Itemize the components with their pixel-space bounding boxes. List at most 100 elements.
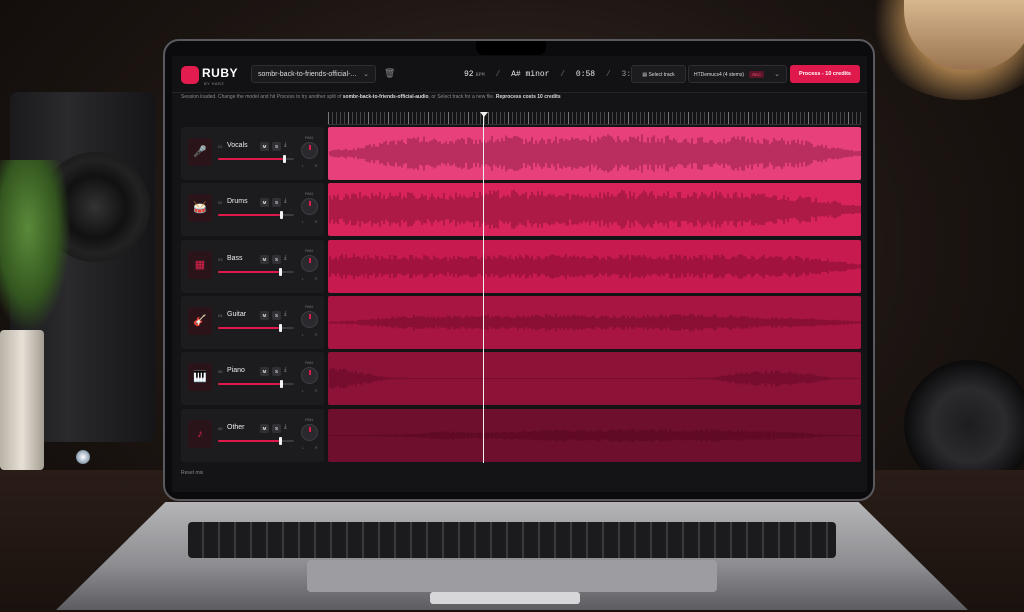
model-select-dropdown[interactable]: HTDemucs4 (4 stems) REC ⌄ xyxy=(688,65,787,83)
volume-thumb[interactable] xyxy=(278,267,282,276)
pan-knob[interactable] xyxy=(301,142,318,159)
waveform xyxy=(329,134,861,173)
stats-separator: / xyxy=(495,70,501,79)
stats-separator: / xyxy=(605,70,611,79)
key-value: A# minor xyxy=(511,70,550,79)
info-cost: Reprocess costs 10 credits xyxy=(495,94,561,100)
ruby-logo-icon xyxy=(181,66,199,84)
app-screen: RUBY BY HARZ sombr-back-to-friends-offic… xyxy=(172,56,867,492)
volume-slider[interactable] xyxy=(218,211,294,220)
solo-button[interactable]: S xyxy=(272,198,281,208)
plant-pot xyxy=(0,330,44,470)
download-icon[interactable]: ⤓ xyxy=(284,424,287,431)
solo-button[interactable]: S xyxy=(272,310,281,320)
pan-label: PAN xyxy=(305,360,313,366)
volume-thumb[interactable] xyxy=(278,436,282,445)
solo-button[interactable]: S xyxy=(272,367,281,377)
plant-leaves xyxy=(0,160,70,330)
brand-subtitle: BY HARZ xyxy=(204,81,225,86)
playhead[interactable] xyxy=(482,112,484,463)
file-icon: ▤ xyxy=(642,72,648,78)
pan-knob[interactable] xyxy=(301,423,318,441)
top-bar: RUBY BY HARZ sombr-back-to-friends-offic… xyxy=(172,56,867,93)
pan-left-label: L xyxy=(302,276,304,281)
timeline-major-ticks xyxy=(328,112,861,124)
select-track-button[interactable]: ▤ Select track xyxy=(631,65,686,83)
volume-fill xyxy=(218,439,279,442)
volume-thumb[interactable] xyxy=(280,211,284,220)
download-icon[interactable]: ⤓ xyxy=(284,311,287,318)
info-message: Session loaded. Change the model and hit… xyxy=(181,94,561,100)
download-icon[interactable]: ⤓ xyxy=(284,255,287,262)
position-value: 0:58 xyxy=(575,70,596,79)
pan-right-label: R xyxy=(315,220,318,225)
track-row: 🥁 02 Drums M S ⤓ PAN L R xyxy=(181,183,861,237)
track-row: ▦ 03 Bass M S ⤓ PAN L R xyxy=(181,239,861,293)
waveform-lane[interactable] xyxy=(328,408,861,462)
pan-label: PAN xyxy=(305,135,313,140)
microphone-icon: 🎤 xyxy=(188,138,212,166)
track-controls: 🥁 02 Drums M S ⤓ PAN L R xyxy=(181,183,324,237)
volume-thumb[interactable] xyxy=(280,380,284,389)
laptop-keyboard xyxy=(188,522,836,558)
track-number: 02 xyxy=(218,200,223,206)
file-select-dropdown[interactable]: sombr-back-to-friends-official-... ⌄ xyxy=(251,65,376,83)
volume-slider[interactable] xyxy=(218,155,294,163)
pan-label: PAN xyxy=(305,191,313,197)
volume-slider[interactable] xyxy=(218,380,294,389)
download-icon[interactable]: ⤓ xyxy=(284,142,287,149)
process-button[interactable]: Process - 10 credits xyxy=(790,65,860,83)
download-icon[interactable]: ⤓ xyxy=(284,367,287,374)
bpm-unit: BPM xyxy=(475,72,485,78)
pan-left-label: L xyxy=(302,220,304,225)
track-controls: ▦ 03 Bass M S ⤓ PAN L R xyxy=(181,239,324,293)
volume-fill xyxy=(218,214,281,217)
pan-knob[interactable] xyxy=(301,310,318,328)
trash-icon[interactable]: 🗑 xyxy=(384,68,395,79)
playhead-handle[interactable] xyxy=(479,112,488,117)
music-note-icon: ♪ xyxy=(188,419,212,448)
solo-button[interactable]: S xyxy=(272,254,281,264)
volume-slider[interactable] xyxy=(218,436,294,445)
volume-slider[interactable] xyxy=(218,323,294,332)
track-name: Other xyxy=(227,423,245,431)
mute-button[interactable]: M xyxy=(260,310,269,320)
pan-right-label: R xyxy=(315,389,318,394)
pan-right-label: R xyxy=(315,164,318,168)
track-name: Bass xyxy=(227,254,243,262)
track-controls: 🎹 05 Piano M S ⤓ PAN L R xyxy=(181,352,324,406)
recommended-badge: REC xyxy=(749,71,764,78)
reset-mix-button[interactable]: Reset mix xyxy=(181,470,203,476)
pan-knob[interactable] xyxy=(301,198,318,216)
track-controls: 🎸 04 Guitar M S ⤓ PAN L R xyxy=(181,295,324,349)
waveform-lane[interactable] xyxy=(328,183,861,237)
volume-thumb[interactable] xyxy=(282,155,286,163)
mute-button[interactable]: M xyxy=(260,423,269,433)
volume-fill xyxy=(218,383,281,386)
waveform-lane[interactable] xyxy=(328,352,861,406)
mute-button[interactable]: M xyxy=(260,198,269,208)
stats-separator: / xyxy=(560,70,566,79)
mute-button[interactable]: M xyxy=(260,254,269,264)
volume-thumb[interactable] xyxy=(278,323,282,332)
track-row: 🎤 01 Vocals M S ⤓ PAN L R xyxy=(181,127,861,180)
waveform xyxy=(329,428,861,442)
pan-right-label: R xyxy=(315,445,318,450)
track-number: 03 xyxy=(218,256,223,262)
track-name: Guitar xyxy=(227,310,247,318)
solo-button[interactable]: S xyxy=(272,423,281,433)
mute-button[interactable]: M xyxy=(260,367,269,377)
waveform-lane[interactable] xyxy=(328,239,861,293)
file-select-value: sombr-back-to-friends-official-... xyxy=(258,71,357,78)
volume-slider[interactable] xyxy=(218,267,294,276)
pan-knob[interactable] xyxy=(301,254,318,272)
waveform-lane[interactable] xyxy=(328,295,861,349)
download-icon[interactable]: ⤓ xyxy=(284,198,287,205)
mute-button[interactable]: M xyxy=(260,142,269,151)
pan-knob[interactable] xyxy=(301,367,318,385)
info-prefix: Session loaded. Change the model and hit… xyxy=(181,94,343,100)
solo-button[interactable]: S xyxy=(272,142,281,151)
pan-label: PAN xyxy=(305,247,313,253)
track-number: 05 xyxy=(218,369,223,375)
waveform-lane[interactable] xyxy=(328,127,861,180)
